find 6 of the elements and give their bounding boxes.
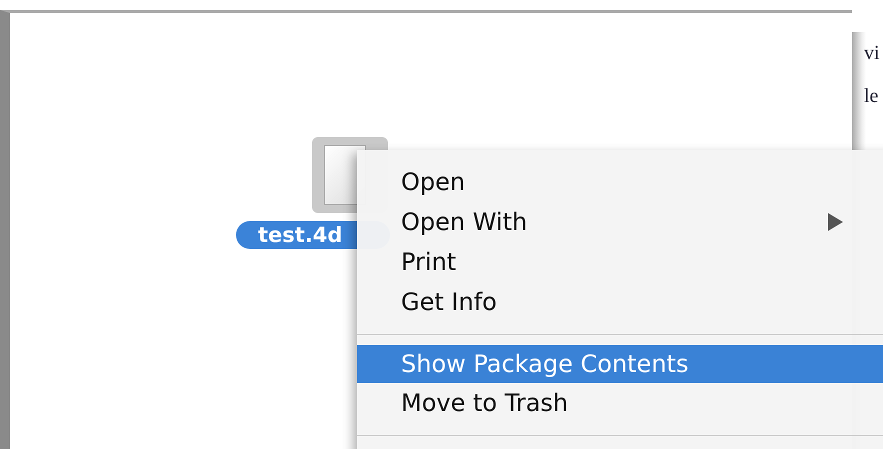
menu-item[interactable]: Show Package Contents — [357, 345, 883, 383]
menu-item[interactable]: Move to Trash — [357, 383, 883, 423]
menu-item[interactable]: Open — [357, 162, 883, 202]
window-text: vi — [864, 42, 881, 65]
menu-item[interactable]: Get Info — [357, 282, 883, 322]
window-text: le — [864, 85, 880, 108]
